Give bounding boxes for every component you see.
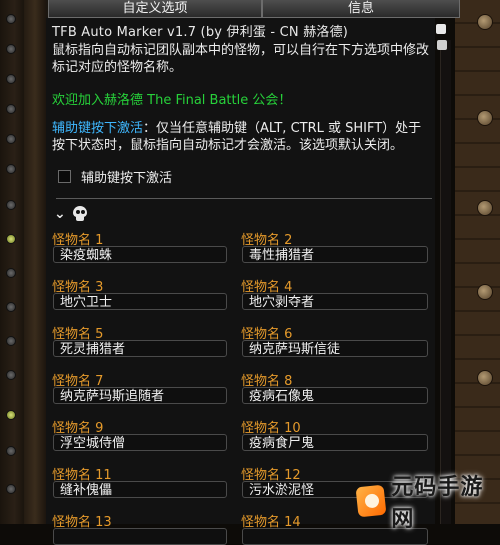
- sidebar-dot-active-icon[interactable]: [6, 410, 16, 420]
- scroll-up-button[interactable]: [436, 24, 446, 34]
- welcome-message: 欢迎加入赫洛德 The Final Battle 公会！: [52, 93, 292, 108]
- tab-info[interactable]: 信息: [262, 0, 460, 18]
- modifier-description: 辅助键按下激活：仅当任意辅助键（ALT, CTRL 或 SHIFT）处于按下状态…: [52, 120, 434, 154]
- monster-name-input[interactable]: 地穴剥夺者: [242, 293, 428, 310]
- tab-custom-options[interactable]: 自定义选项: [48, 0, 262, 18]
- monster-name-input[interactable]: 染疫蜘蛛: [53, 246, 227, 263]
- rivet-icon: [477, 200, 493, 216]
- monster-name-input[interactable]: [53, 528, 227, 545]
- sidebar-dot-icon[interactable]: [6, 370, 16, 380]
- modifier-checkbox-label[interactable]: 辅助键按下激活: [81, 167, 172, 186]
- sidebar-dot-icon[interactable]: [6, 104, 16, 114]
- monster-name-input[interactable]: 死灵捕猎者: [53, 340, 227, 357]
- watermark: 元码手游网: [355, 475, 500, 532]
- section-divider: [56, 198, 432, 199]
- sidebar-dot-icon[interactable]: [6, 446, 16, 456]
- monster-name-input[interactable]: 疫病石像鬼: [242, 387, 428, 404]
- left-frame-border: [24, 0, 48, 524]
- sidebar-dot-icon[interactable]: [6, 164, 16, 174]
- sidebar-dot-icon[interactable]: [6, 302, 16, 312]
- left-action-strip: [0, 0, 25, 524]
- sidebar-dot-icon[interactable]: [6, 134, 16, 144]
- sidebar-dot-icon[interactable]: [6, 200, 16, 210]
- monster-name-input[interactable]: 地穴卫士: [53, 293, 227, 310]
- sidebar-dot-icon[interactable]: [6, 14, 16, 24]
- sidebar-dot-icon[interactable]: [6, 44, 16, 54]
- modifier-heading: 辅助键按下激活: [52, 121, 144, 136]
- chevron-down-icon[interactable]: ⌄: [54, 206, 66, 222]
- addon-title: TFB Auto Marker v1.7 (by 伊利蛋 - CN 赫洛德): [52, 25, 349, 40]
- monster-name-input[interactable]: 纳克萨玛斯信徒: [242, 340, 428, 357]
- monster-name-input[interactable]: 浮空城侍僧: [53, 434, 227, 451]
- monster-name-input[interactable]: 疫病食尸鬼: [242, 434, 428, 451]
- monster-name-input[interactable]: 毒性捕猎者: [242, 246, 428, 263]
- right-stone-border: [455, 0, 500, 524]
- watermark-text: 元码手游网: [391, 475, 484, 532]
- sidebar-dot-icon[interactable]: [6, 74, 16, 84]
- sidebar-dot-icon[interactable]: [6, 336, 16, 346]
- skull-icon: [72, 206, 88, 222]
- rivet-icon: [477, 370, 493, 386]
- scrollbar-thumb[interactable]: [437, 40, 447, 50]
- modifier-checkbox-row[interactable]: 辅助键按下激活: [58, 167, 172, 186]
- rivet-icon: [477, 284, 493, 300]
- scrollbar-track[interactable]: [440, 40, 451, 524]
- rivet-icon: [477, 110, 493, 126]
- sidebar-dot-icon[interactable]: [6, 268, 16, 278]
- watermark-logo-icon: [355, 484, 387, 518]
- addon-description: 鼠标指向自动标记团队副本中的怪物，可以自行在下方选项中修改标记对应的怪物名称。: [52, 43, 430, 75]
- rivet-icon: [477, 14, 493, 30]
- monster-name-input[interactable]: 纳克萨玛斯追随者: [53, 387, 227, 404]
- modifier-checkbox[interactable]: [58, 169, 71, 183]
- monster-name-input[interactable]: 缝补傀儡: [53, 481, 227, 498]
- section-header[interactable]: ⌄: [54, 206, 88, 222]
- sidebar-dot-icon[interactable]: [6, 484, 16, 494]
- sidebar-dot-active-icon[interactable]: [6, 234, 16, 244]
